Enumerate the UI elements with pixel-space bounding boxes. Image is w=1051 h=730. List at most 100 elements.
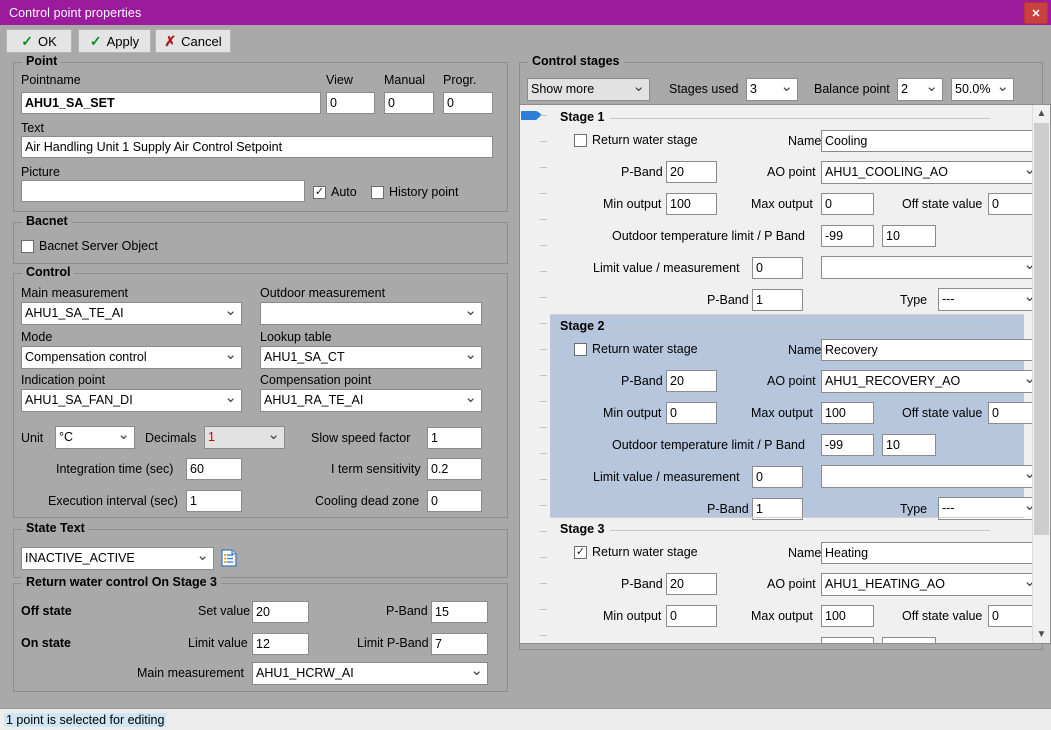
stage1-pband-input[interactable]: 20 <box>666 161 717 183</box>
stage2-outdoor-limit-input[interactable]: -99 <box>821 434 874 456</box>
stage2-min-output-input[interactable]: 0 <box>666 402 717 424</box>
stage1-name-input[interactable]: Cooling <box>821 130 1041 152</box>
stage3-off-state-label: Off state value <box>902 609 983 623</box>
stage1-outdoor-limit-input[interactable]: -99 <box>821 225 874 247</box>
stage2-max-output-input[interactable]: 100 <box>821 402 874 424</box>
toolbar: ✓ OK ✓ Apply ✗ Cancel <box>0 25 1051 57</box>
stage2-ao-point-select[interactable]: AHU1_RECOVERY_AO <box>821 370 1041 393</box>
stage-title-3: Stage 3 <box>560 522 996 536</box>
on-state-label: On state <box>21 636 72 650</box>
slow-speed-factor-input[interactable]: 1 <box>427 427 482 449</box>
progr-label: Progr. <box>443 73 477 87</box>
lookup-table-select[interactable]: AHU1_SA_CT <box>260 346 482 369</box>
balance-point-select[interactable]: 2 <box>897 78 943 101</box>
stage3-pband-input[interactable]: 20 <box>666 573 717 595</box>
stage1-ao-point-select[interactable]: AHU1_COOLING_AO <box>821 161 1041 184</box>
stages-vertical-scrollbar[interactable]: ▲ ▼ <box>1032 105 1050 643</box>
compensation-point-select[interactable]: AHU1_RA_TE_AI <box>260 389 482 412</box>
stage1-limit-measurement-select[interactable] <box>821 256 1041 279</box>
stage1-pband2-input[interactable]: 1 <box>752 289 803 311</box>
outdoor-measurement-label: Outdoor measurement <box>260 286 386 300</box>
outdoor-measurement-select[interactable] <box>260 302 482 325</box>
picture-input[interactable] <box>21 180 305 202</box>
scroll-down-icon[interactable]: ▼ <box>1033 626 1050 643</box>
stages-used-select[interactable]: 3 <box>746 78 798 101</box>
unit-value: °C <box>59 430 74 444</box>
stage3-return-water-label: Return water stage <box>592 545 698 559</box>
rw-main-measurement-select[interactable]: AHU1_HCRW_AI <box>252 662 488 685</box>
stage2-name-input[interactable]: Recovery <box>821 339 1041 361</box>
indication-point-select[interactable]: AHU1_SA_FAN_DI <box>21 389 242 412</box>
limit-value-input[interactable]: 12 <box>252 633 309 655</box>
stage1-return-water-checkbox[interactable]: Return water stage <box>574 133 698 147</box>
pband-input[interactable]: 15 <box>431 601 488 623</box>
stage2-pband-input[interactable]: 20 <box>666 370 717 392</box>
decimals-select[interactable]: 1 <box>204 426 285 449</box>
bacnet-group-legend: Bacnet <box>22 214 72 228</box>
set-value-input[interactable]: 20 <box>252 601 309 623</box>
stage1-limit-value-input[interactable]: 0 <box>752 257 803 279</box>
apply-button[interactable]: ✓ Apply <box>78 29 151 53</box>
balance-percent-value: 50.0% <box>955 82 991 96</box>
main-measurement-select[interactable]: AHU1_SA_TE_AI <box>21 302 242 325</box>
status-bar: 1 point is selected for editing <box>0 708 1051 730</box>
stages-tick-column <box>540 105 550 643</box>
state-text-select[interactable]: INACTIVE_ACTIVE <box>21 547 214 570</box>
stage2-limit-value-input[interactable]: 0 <box>752 466 803 488</box>
stage2-return-water-checkbox[interactable]: Return water stage <box>574 342 698 356</box>
stage1-outdoor-pband-input[interactable]: 10 <box>882 225 936 247</box>
stage1-return-water-label: Return water stage <box>592 133 698 147</box>
stage1-max-output-input[interactable]: 0 <box>821 193 874 215</box>
scroll-up-icon[interactable]: ▲ <box>1033 105 1050 122</box>
auto-checkbox[interactable]: Auto <box>313 185 357 199</box>
execution-interval-input[interactable]: 1 <box>186 490 242 512</box>
document-list-icon[interactable] <box>221 549 237 567</box>
pointname-input[interactable]: AHU1_SA_SET <box>21 92 321 114</box>
stage3-return-water-checkbox[interactable]: Return water stage <box>574 545 698 559</box>
scrollbar-thumb[interactable] <box>1034 123 1049 535</box>
stage2-type-label: Type <box>900 502 928 516</box>
stage1-min-output-input[interactable]: 100 <box>666 193 717 215</box>
check-icon: ✓ <box>21 33 33 49</box>
bacnet-server-object-checkbox[interactable]: Bacnet Server Object <box>21 239 158 253</box>
stage-panel-2[interactable]: Stage 2 Return water stage Name Recovery… <box>550 314 1041 520</box>
dialog-window: Control point properties ✕ ✓ OK ✓ Apply … <box>0 0 1051 730</box>
cooling-dead-zone-input[interactable]: 0 <box>427 490 482 512</box>
text-input[interactable]: Air Handling Unit 1 Supply Air Control S… <box>21 136 493 158</box>
stage3-name-input[interactable]: Heating <box>821 542 1041 564</box>
stage1-type-select[interactable]: --- <box>938 288 1041 311</box>
i-term-sensitivity-input[interactable]: 0.2 <box>427 458 482 480</box>
x-icon: ✗ <box>164 33 177 49</box>
progr-input[interactable]: 0 <box>443 92 493 114</box>
stage3-min-output-input[interactable]: 0 <box>666 605 717 627</box>
stage-title-1: Stage 1 <box>560 110 996 124</box>
stage2-return-water-label: Return water stage <box>592 342 698 356</box>
close-icon[interactable]: ✕ <box>1024 2 1048 24</box>
stage3-outdoor-pband-input[interactable] <box>882 637 936 643</box>
stage3-ao-point-select[interactable]: AHU1_HEATING_AO <box>821 573 1041 596</box>
integration-time-input[interactable]: 60 <box>186 458 242 480</box>
stage3-outdoor-limit-input[interactable] <box>821 637 874 643</box>
show-more-select[interactable]: Show more <box>527 78 650 101</box>
unit-select[interactable]: °C <box>55 426 135 449</box>
limit-pband-input[interactable]: 7 <box>431 633 488 655</box>
stage-marker-icon[interactable] <box>521 111 542 120</box>
stage3-max-output-input[interactable]: 100 <box>821 605 874 627</box>
integration-time-label: Integration time (sec) <box>56 462 174 476</box>
view-input[interactable]: 0 <box>326 92 375 114</box>
manual-input[interactable]: 0 <box>384 92 434 114</box>
stage2-limit-measurement-select[interactable] <box>821 465 1041 488</box>
cancel-button[interactable]: ✗ Cancel <box>155 29 231 53</box>
history-point-checkbox[interactable]: History point <box>371 185 458 199</box>
stage2-outdoor-pband-input[interactable]: 10 <box>882 434 936 456</box>
stage-separator <box>550 517 1024 518</box>
mode-select[interactable]: Compensation control <box>21 346 242 369</box>
ok-button[interactable]: ✓ OK <box>6 29 72 53</box>
stage2-type-value: --- <box>942 501 955 515</box>
stage-panel-1: Stage 1 Return water stage Name Cooling … <box>550 105 1041 314</box>
balance-percent-select[interactable]: 50.0% <box>951 78 1014 101</box>
picture-label: Picture <box>21 165 60 179</box>
stages-scroll-area[interactable]: Stage 1 Return water stage Name Cooling … <box>519 104 1051 644</box>
chevron-down-icon <box>780 79 793 100</box>
stage3-min-output-label: Min output <box>603 609 662 623</box>
